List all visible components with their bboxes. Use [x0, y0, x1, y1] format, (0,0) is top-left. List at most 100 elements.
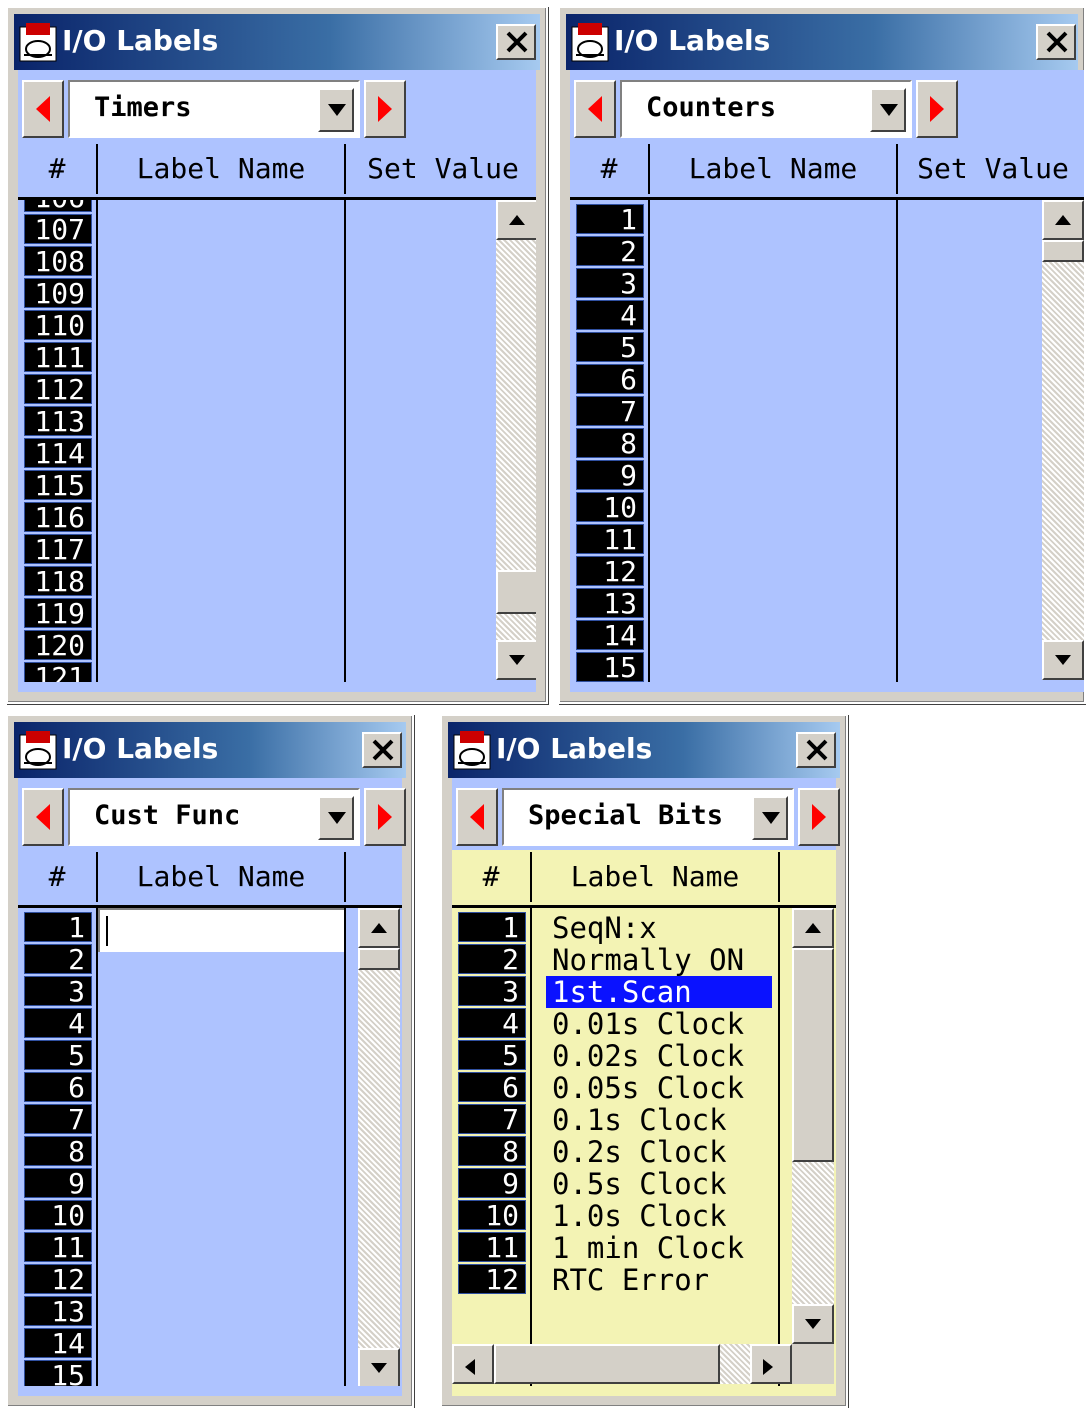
next-category-button[interactable] [364, 788, 406, 846]
row-number[interactable]: 3 [458, 976, 526, 1007]
row-number[interactable]: 8 [24, 1136, 92, 1167]
vertical-scrollbar[interactable] [496, 200, 536, 680]
row-number[interactable]: 5 [24, 1040, 92, 1071]
col-label-name[interactable]: Label Name [650, 144, 896, 194]
scroll-thumb[interactable] [496, 570, 536, 614]
row-number[interactable]: 109 [24, 278, 92, 309]
row-number[interactable]: 15 [24, 1360, 92, 1386]
row-number[interactable]: 107 [24, 214, 92, 245]
label-name-cell[interactable]: Normally ON [546, 944, 772, 976]
row-number[interactable]: 10 [458, 1200, 526, 1231]
vertical-scrollbar[interactable] [358, 908, 400, 1386]
row-number[interactable]: 115 [24, 470, 92, 501]
row-number[interactable]: 14 [24, 1328, 92, 1359]
row-number[interactable]: 6 [458, 1072, 526, 1103]
row-number[interactable]: 2 [458, 944, 526, 975]
row-number[interactable]: 9 [24, 1168, 92, 1199]
dropdown-button[interactable] [318, 88, 354, 132]
dropdown-button[interactable] [318, 796, 354, 840]
scroll-up-button[interactable] [496, 200, 536, 240]
label-name-cell[interactable]: 0.02s Clock [546, 1040, 772, 1072]
row-number[interactable]: 3 [576, 268, 644, 299]
label-name-cell[interactable]: 1.0s Clock [546, 1200, 772, 1232]
row-number[interactable]: 111 [24, 342, 92, 373]
scroll-thumb[interactable] [1042, 240, 1084, 262]
row-number[interactable]: 1 [24, 912, 92, 943]
col-label-name[interactable]: Label Name [98, 144, 344, 194]
vertical-scrollbar[interactable] [1042, 200, 1084, 680]
title-bar[interactable]: I/O Labels [566, 14, 1078, 70]
label-name-cell[interactable]: 0.01s Clock [546, 1008, 772, 1040]
row-number[interactable]: 120 [24, 630, 92, 661]
scroll-down-button[interactable] [792, 1304, 834, 1344]
row-number[interactable]: 13 [24, 1296, 92, 1327]
row-number[interactable]: 5 [458, 1040, 526, 1071]
next-category-button[interactable] [916, 80, 958, 138]
row-number[interactable]: 4 [576, 300, 644, 331]
prev-category-button[interactable] [456, 788, 498, 846]
row-number[interactable]: 12 [24, 1264, 92, 1295]
col-set-value[interactable]: Set Value [898, 144, 1086, 194]
prev-category-button[interactable] [22, 788, 64, 846]
row-number[interactable]: 1 [576, 204, 644, 235]
label-name-edit-field[interactable] [98, 908, 344, 952]
row-number[interactable]: 2 [24, 944, 92, 975]
prev-category-button[interactable] [574, 80, 616, 138]
row-number[interactable]: 9 [576, 460, 644, 491]
scroll-right-button[interactable] [750, 1344, 792, 1384]
row-number[interactable]: 8 [458, 1136, 526, 1167]
label-name-cell[interactable]: SeqN:x [546, 912, 772, 944]
title-bar[interactable]: I/O Labels [14, 14, 540, 70]
next-category-button[interactable] [364, 80, 406, 138]
category-select[interactable]: Cust Func [68, 788, 360, 846]
label-name-cell[interactable]: 0.1s Clock [546, 1104, 772, 1136]
row-number[interactable]: 119 [24, 598, 92, 629]
row-number[interactable]: 7 [458, 1104, 526, 1135]
scroll-up-button[interactable] [1042, 200, 1084, 240]
close-button[interactable] [496, 24, 536, 60]
row-number[interactable]: 10 [576, 492, 644, 523]
label-name-cell[interactable]: 0.2s Clock [546, 1136, 772, 1168]
row-number[interactable]: 112 [24, 374, 92, 405]
col-number[interactable]: # [18, 144, 96, 194]
label-name-cell[interactable]: 0.5s Clock [546, 1168, 772, 1200]
category-select[interactable]: Special Bits [502, 788, 794, 846]
row-number[interactable]: 11 [24, 1232, 92, 1263]
row-number[interactable]: 114 [24, 438, 92, 469]
row-number[interactable]: 1 [458, 912, 526, 943]
col-number[interactable]: # [570, 144, 648, 194]
row-number[interactable]: 113 [24, 406, 92, 437]
row-number[interactable]: 12 [458, 1264, 526, 1295]
col-label-name[interactable]: Label Name [98, 852, 344, 902]
title-bar[interactable]: I/O Labels [14, 722, 406, 778]
dropdown-button[interactable] [870, 88, 906, 132]
row-number[interactable]: 13 [576, 588, 644, 619]
scroll-down-button[interactable] [496, 640, 536, 680]
scroll-thumb-horizontal[interactable] [494, 1344, 720, 1384]
label-name-cell[interactable]: 0.05s Clock [546, 1072, 772, 1104]
row-number[interactable]: 7 [24, 1104, 92, 1135]
row-number[interactable]: 11 [458, 1232, 526, 1263]
row-number[interactable]: 4 [458, 1008, 526, 1039]
category-select[interactable]: Timers [68, 80, 360, 138]
row-number[interactable]: 5 [576, 332, 644, 363]
row-number[interactable]: 110 [24, 310, 92, 341]
dropdown-button[interactable] [752, 796, 788, 840]
scroll-thumb[interactable] [358, 948, 400, 970]
row-number[interactable]: 4 [24, 1008, 92, 1039]
row-number[interactable]: 116 [24, 502, 92, 533]
label-name-cell[interactable]: RTC Error [546, 1264, 772, 1296]
close-button[interactable] [362, 732, 402, 768]
title-bar[interactable]: I/O Labels [448, 722, 840, 778]
scroll-down-button[interactable] [358, 1348, 400, 1386]
row-number[interactable]: 117 [24, 534, 92, 565]
row-number[interactable]: 6 [24, 1072, 92, 1103]
close-button[interactable] [1036, 24, 1076, 60]
row-number[interactable]: 6 [576, 364, 644, 395]
scroll-up-button[interactable] [358, 908, 400, 948]
col-set-value[interactable]: Set Value [346, 144, 540, 194]
category-select[interactable]: Counters [620, 80, 912, 138]
row-number[interactable]: 15 [576, 652, 644, 682]
row-number[interactable]: 12 [576, 556, 644, 587]
label-name-cell-selected[interactable]: 1st.Scan [546, 976, 772, 1008]
